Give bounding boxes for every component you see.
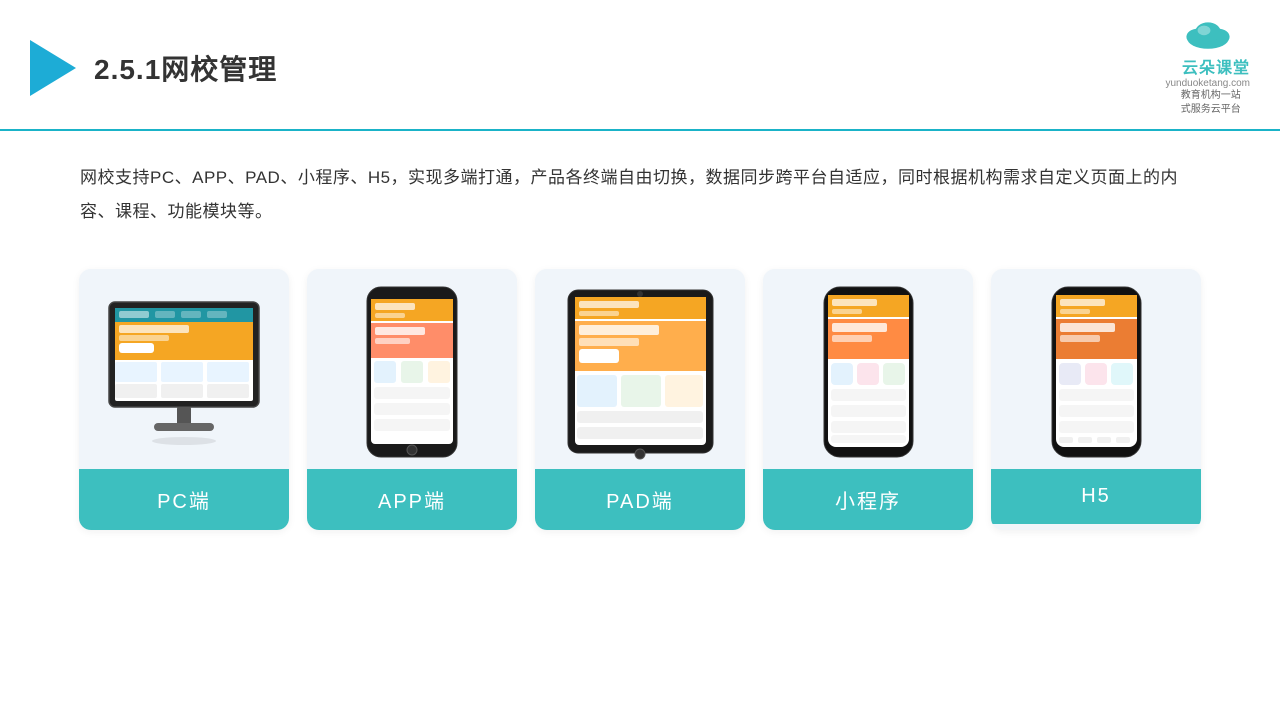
description-content: 网校支持PC、APP、PAD、小程序、H5，实现多端打通，产品各终端自由切换，数…: [80, 168, 1178, 221]
brand-domain: yunduoketang.com: [1165, 78, 1250, 89]
brand-logo: 云朵课堂 yunduoketang.com 教育机构一站 式服务云平台: [1165, 18, 1250, 117]
card-app-label: APP端: [307, 469, 517, 530]
app-phone-icon: [362, 285, 462, 460]
logo-triangle-icon: [30, 40, 76, 96]
card-miniapp-image: [763, 269, 973, 469]
card-pad-label: PAD端: [535, 469, 745, 530]
card-pad-image: [535, 269, 745, 469]
h5-phone-icon: [1049, 285, 1144, 460]
card-pad: PAD端: [535, 269, 745, 530]
card-miniapp: 小程序: [763, 269, 973, 530]
card-miniapp-label: 小程序: [763, 469, 973, 530]
cloud-icon: [1180, 18, 1236, 54]
pc-monitor-icon: [99, 297, 269, 447]
card-pc: PC端: [79, 269, 289, 530]
brand-slogan-1: 教育机构一站: [1181, 89, 1241, 103]
card-app: APP端: [307, 269, 517, 530]
header-left: 2.5.1网校管理: [30, 40, 277, 96]
card-h5-label: H5: [991, 469, 1201, 524]
brand-name: 云朵课堂: [1182, 54, 1250, 78]
header: 2.5.1网校管理 云朵课堂 yunduoketang.com 教育机构一站 式…: [0, 0, 1280, 131]
card-pc-image: [79, 269, 289, 469]
header-right: 云朵课堂 yunduoketang.com 教育机构一站 式服务云平台: [1165, 18, 1250, 117]
page-title: 2.5.1网校管理: [94, 48, 277, 88]
card-h5-image: [991, 269, 1201, 469]
description-text: 网校支持PC、APP、PAD、小程序、H5，实现多端打通，产品各终端自由切换，数…: [0, 131, 1280, 239]
miniapp-phone-icon: [821, 285, 916, 460]
brand-slogan-2: 式服务云平台: [1181, 103, 1241, 117]
cards-section: PC端: [0, 239, 1280, 550]
card-pc-label: PC端: [79, 469, 289, 530]
pad-tablet-icon: [563, 285, 718, 460]
card-h5: H5: [991, 269, 1201, 530]
card-app-image: [307, 269, 517, 469]
